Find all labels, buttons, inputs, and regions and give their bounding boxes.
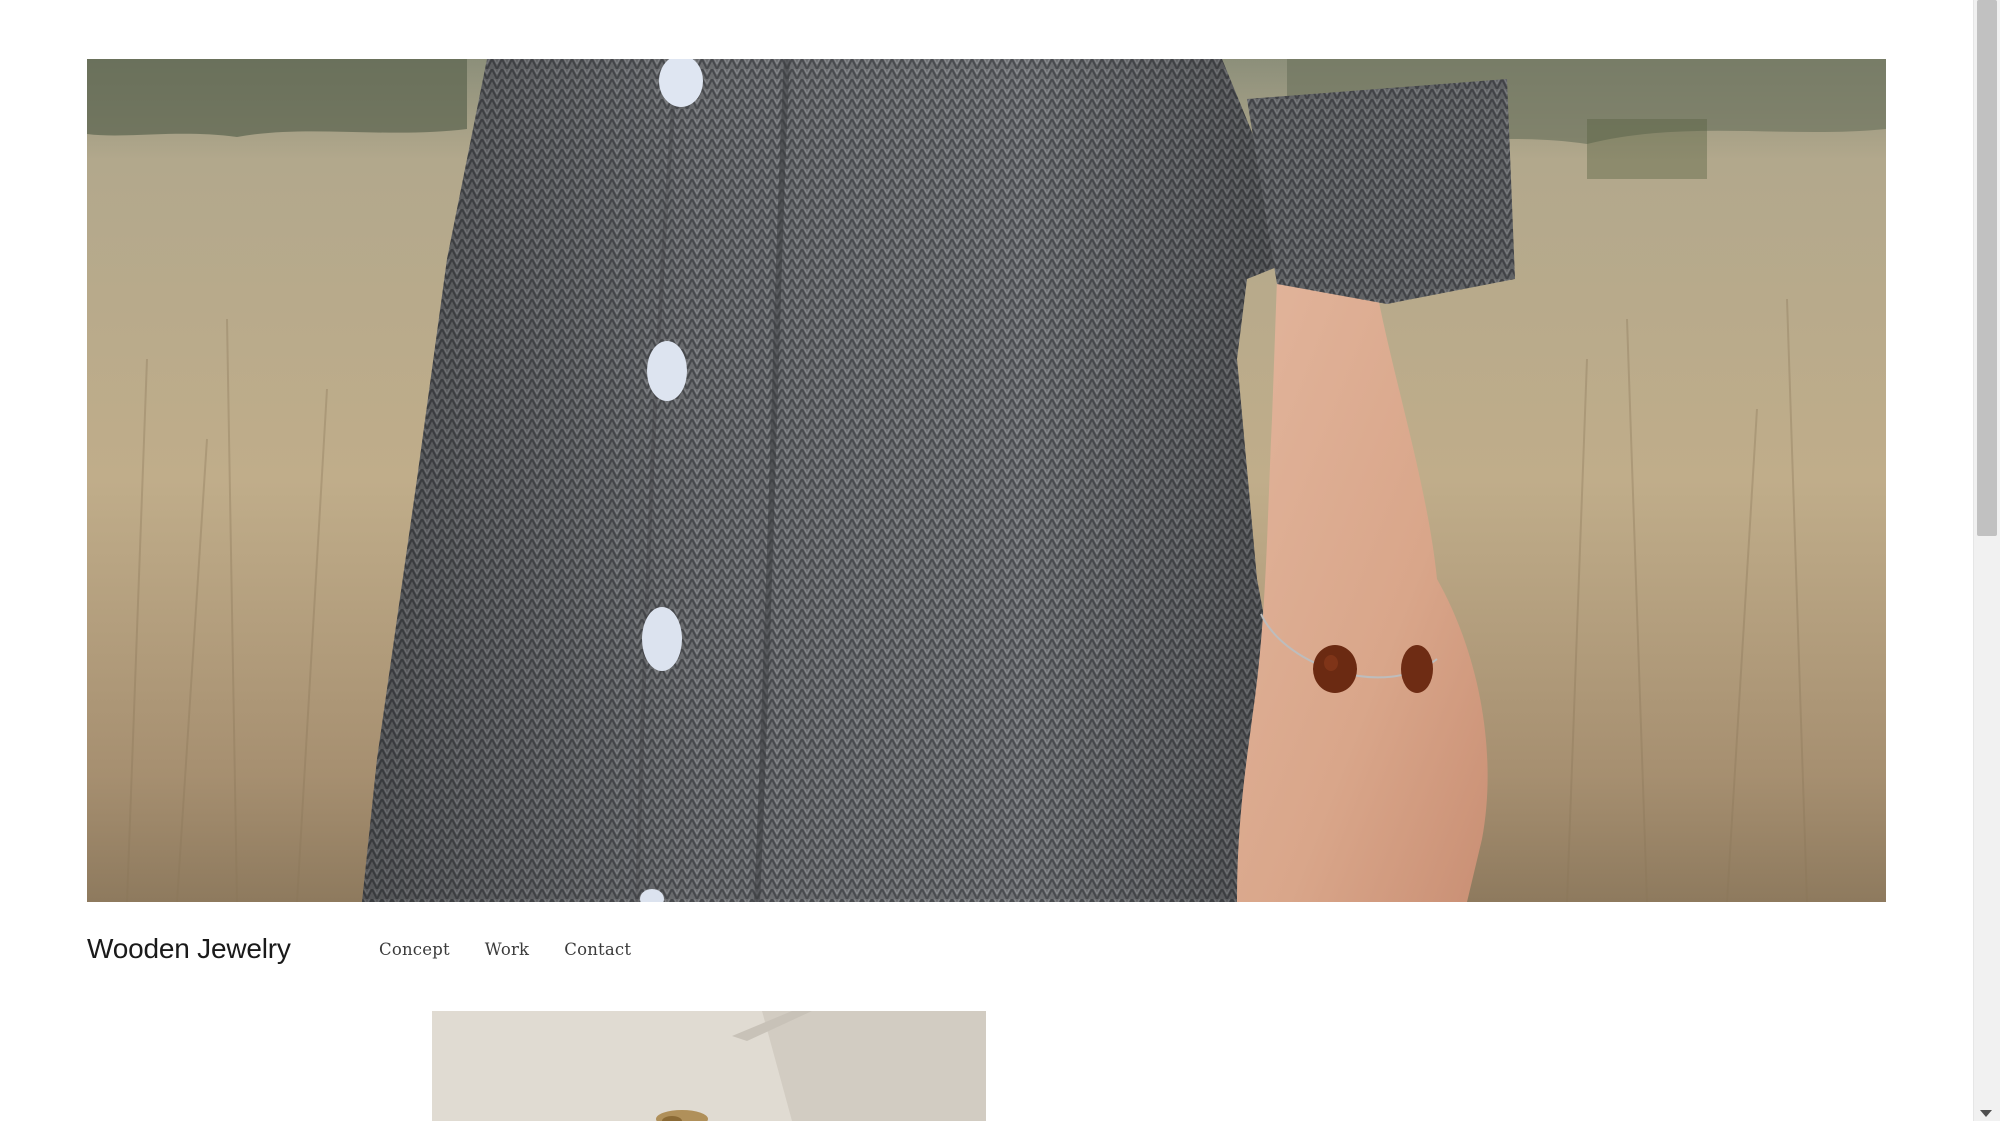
page-scrollbar[interactable] [1973, 0, 2000, 1121]
gallery-photo-icon [432, 1011, 986, 1121]
nav-item-work[interactable]: Work [485, 938, 529, 962]
nav-item-concept[interactable]: Concept [379, 938, 450, 962]
gallery-image[interactable] [432, 1011, 986, 1121]
scroll-down-arrow-icon[interactable] [1980, 1110, 1992, 1117]
nav-item-contact[interactable]: Contact [564, 938, 631, 962]
hero-image [87, 59, 1886, 902]
scrollbar-thumb[interactable] [1977, 0, 1997, 536]
hero-photo-icon [87, 59, 1886, 902]
page: Wooden Jewelry Concept Work Contact [0, 0, 2000, 1121]
site-title[interactable]: Wooden Jewelry [87, 932, 291, 966]
main-nav: Concept Work Contact [379, 938, 631, 962]
